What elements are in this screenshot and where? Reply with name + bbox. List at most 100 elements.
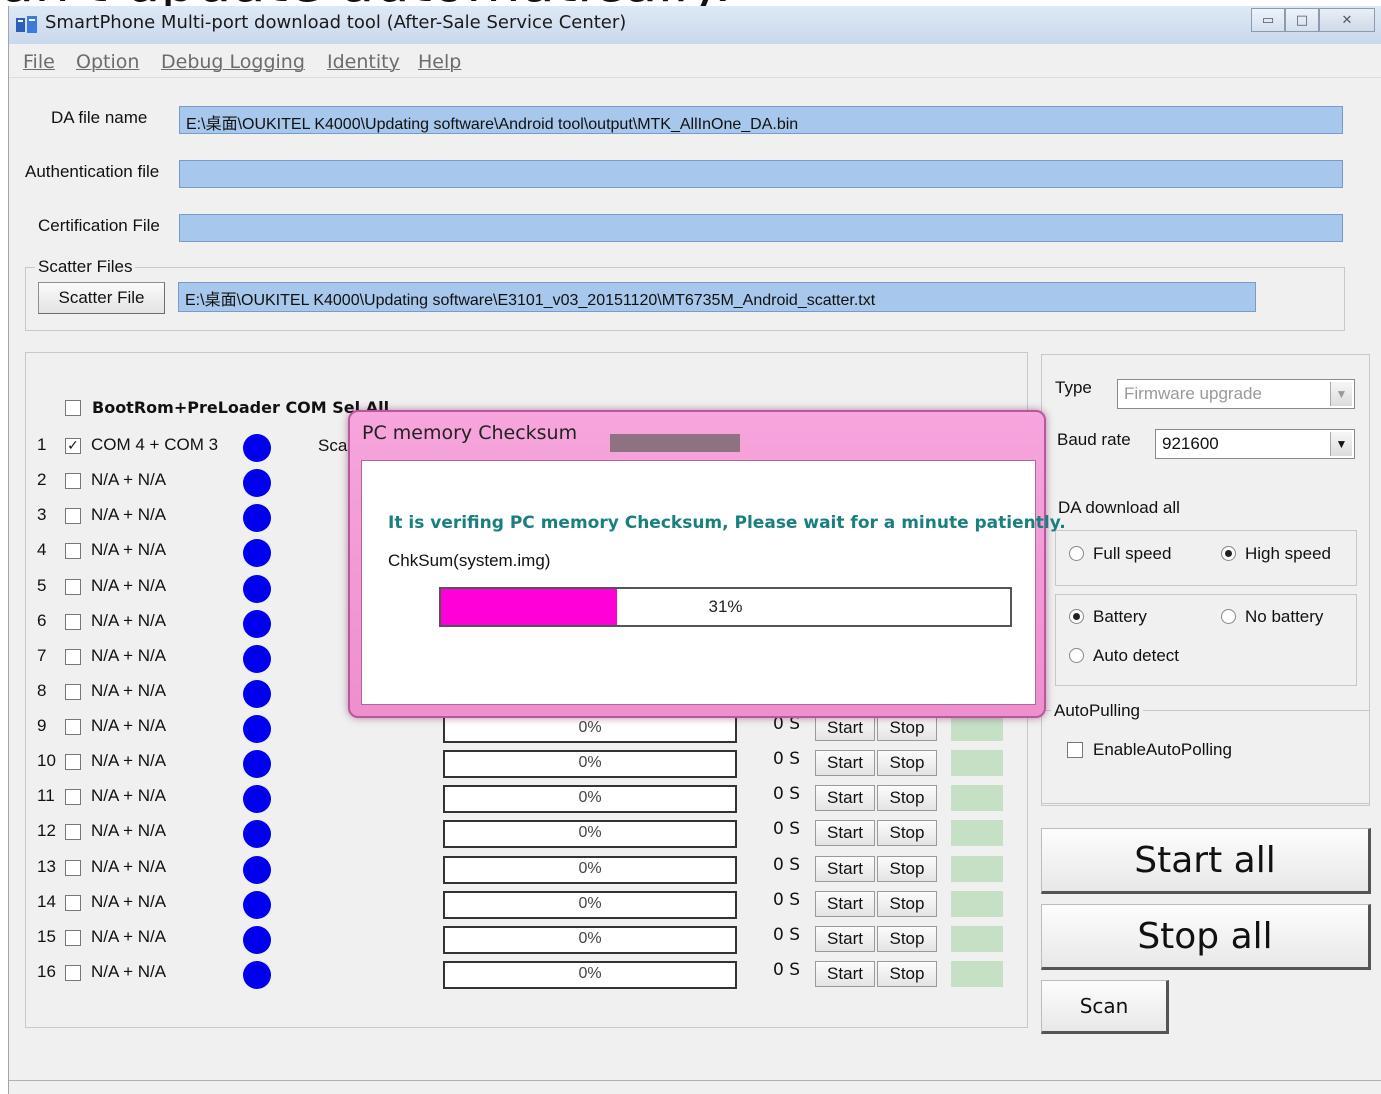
- type-dropdown-icon[interactable]: ▼: [1330, 382, 1352, 406]
- menu-option[interactable]: Option: [76, 51, 139, 73]
- port-row-number: 11: [37, 786, 55, 805]
- port-row-checkbox[interactable]: [65, 614, 81, 630]
- select-all-checkbox[interactable]: [65, 400, 81, 416]
- port-status-led: [243, 434, 271, 462]
- scatter-file-field[interactable]: E:\桌面\OUKITEL K4000\Updating software\E3…: [178, 282, 1256, 312]
- port-progress-bar: 0%: [443, 715, 737, 743]
- port-progress-bar: 0%: [443, 961, 737, 989]
- port-status-led: [243, 785, 271, 813]
- port-start-button[interactable]: Start: [815, 961, 875, 987]
- port-row-label: COM 4 + COM 3: [91, 435, 219, 454]
- menu-file[interactable]: File: [23, 51, 55, 73]
- port-row-checkbox[interactable]: [65, 754, 81, 770]
- port-row-checkbox[interactable]: [65, 789, 81, 805]
- port-elapsed-time: 0 S: [773, 855, 801, 875]
- port-status-led: [243, 926, 271, 954]
- port-row-number: 2: [37, 470, 47, 489]
- close-button[interactable]: ✕: [1319, 8, 1375, 32]
- port-row-checkbox[interactable]: [65, 965, 81, 981]
- port-elapsed-time: 0 S: [773, 784, 801, 804]
- port-stop-button[interactable]: Stop: [877, 715, 937, 741]
- port-row-checkbox[interactable]: [65, 508, 81, 524]
- port-row-number: 7: [37, 646, 47, 665]
- high-speed-label: High speed: [1245, 544, 1332, 563]
- port-stop-button[interactable]: Stop: [877, 750, 937, 776]
- port-row-checkbox[interactable]: [65, 684, 81, 700]
- baud-rate-label: Baud rate: [1057, 430, 1131, 449]
- scan-column-label: Sca: [318, 436, 348, 455]
- high-speed-radio[interactable]: [1221, 546, 1236, 561]
- cert-file-field[interactable]: [179, 214, 1343, 242]
- scan-button[interactable]: Scan: [1041, 980, 1169, 1034]
- port-stop-button[interactable]: Stop: [877, 856, 937, 882]
- baud-dropdown-icon[interactable]: ▼: [1330, 432, 1352, 456]
- port-row-number: 13: [37, 857, 56, 876]
- port-status-led: [243, 575, 271, 603]
- port-start-button[interactable]: Start: [815, 820, 875, 846]
- stop-all-button[interactable]: Stop all: [1041, 904, 1371, 970]
- baud-rate-select[interactable]: 921600 ▼: [1155, 429, 1355, 459]
- port-stop-button[interactable]: Stop: [877, 891, 937, 917]
- port-elapsed-time: 0 S: [773, 925, 801, 945]
- scatter-file-button[interactable]: Scatter File: [38, 282, 165, 314]
- port-row-number: 5: [37, 576, 47, 595]
- no-battery-label: No battery: [1245, 607, 1324, 626]
- port-start-button[interactable]: Start: [815, 750, 875, 776]
- auto-detect-radio[interactable]: [1069, 648, 1084, 663]
- port-row-label: N/A + N/A: [91, 611, 167, 630]
- maximize-button[interactable]: □: [1285, 8, 1319, 32]
- port-stop-button[interactable]: Stop: [877, 785, 937, 811]
- menu-identity[interactable]: Identity: [327, 51, 400, 73]
- port-row-label: N/A + N/A: [91, 962, 167, 981]
- auth-file-field[interactable]: [179, 160, 1343, 188]
- port-start-button[interactable]: Start: [815, 856, 875, 882]
- no-battery-radio[interactable]: [1221, 609, 1236, 624]
- port-elapsed-time: 0 S: [773, 960, 801, 980]
- cert-file-label: Certification File: [38, 216, 160, 235]
- port-status-led: [243, 715, 271, 743]
- port-row-checkbox[interactable]: [65, 824, 81, 840]
- battery-label: Battery: [1093, 607, 1147, 626]
- minimize-button[interactable]: ▭: [1251, 8, 1285, 32]
- da-file-field[interactable]: E:\桌面\OUKITEL K4000\Updating software\An…: [179, 106, 1343, 134]
- port-row-checkbox[interactable]: [65, 473, 81, 489]
- port-result-cell: [951, 785, 1003, 811]
- auth-file-label: Authentication file: [25, 162, 160, 181]
- port-result-cell: [951, 820, 1003, 846]
- start-all-button[interactable]: Start all: [1041, 828, 1371, 894]
- port-result-cell: [951, 891, 1003, 917]
- full-speed-radio[interactable]: [1069, 546, 1084, 561]
- menu-help[interactable]: Help: [418, 51, 461, 73]
- enable-autopolling-checkbox[interactable]: [1067, 742, 1083, 758]
- port-row-checkbox[interactable]: [65, 719, 81, 735]
- port-row-checkbox[interactable]: [65, 579, 81, 595]
- port-stop-button[interactable]: Stop: [877, 961, 937, 987]
- type-select[interactable]: Firmware upgrade ▼: [1117, 379, 1355, 409]
- port-row-checkbox[interactable]: [65, 895, 81, 911]
- port-row-label: N/A + N/A: [91, 716, 167, 735]
- port-row-checkbox[interactable]: ✓: [65, 438, 81, 454]
- port-row-label: N/A + N/A: [91, 751, 167, 770]
- port-row-checkbox[interactable]: [65, 930, 81, 946]
- port-start-button[interactable]: Start: [815, 785, 875, 811]
- port-elapsed-time: 0 S: [773, 890, 801, 910]
- port-stop-button[interactable]: Stop: [877, 926, 937, 952]
- port-stop-button[interactable]: Stop: [877, 820, 937, 846]
- port-status-led: [243, 750, 271, 778]
- port-row-label: N/A + N/A: [91, 821, 167, 840]
- port-result-cell: [951, 961, 1003, 987]
- autopolling-group-title: AutoPulling: [1051, 701, 1144, 721]
- menu-bar: File Option Debug Logging Identity Help: [9, 46, 1381, 78]
- port-start-button[interactable]: Start: [815, 715, 875, 741]
- battery-radio[interactable]: [1069, 609, 1084, 624]
- menu-debug-logging[interactable]: Debug Logging: [161, 51, 305, 73]
- port-row-label: N/A + N/A: [91, 927, 167, 946]
- port-row-checkbox[interactable]: [65, 860, 81, 876]
- port-start-button[interactable]: Start: [815, 891, 875, 917]
- port-status-led: [243, 961, 271, 989]
- port-row-checkbox[interactable]: [65, 543, 81, 559]
- port-row-checkbox[interactable]: [65, 649, 81, 665]
- port-start-button[interactable]: Start: [815, 926, 875, 952]
- dialog-title: PC memory Checksum: [362, 422, 578, 444]
- port-row-number: 8: [37, 681, 47, 700]
